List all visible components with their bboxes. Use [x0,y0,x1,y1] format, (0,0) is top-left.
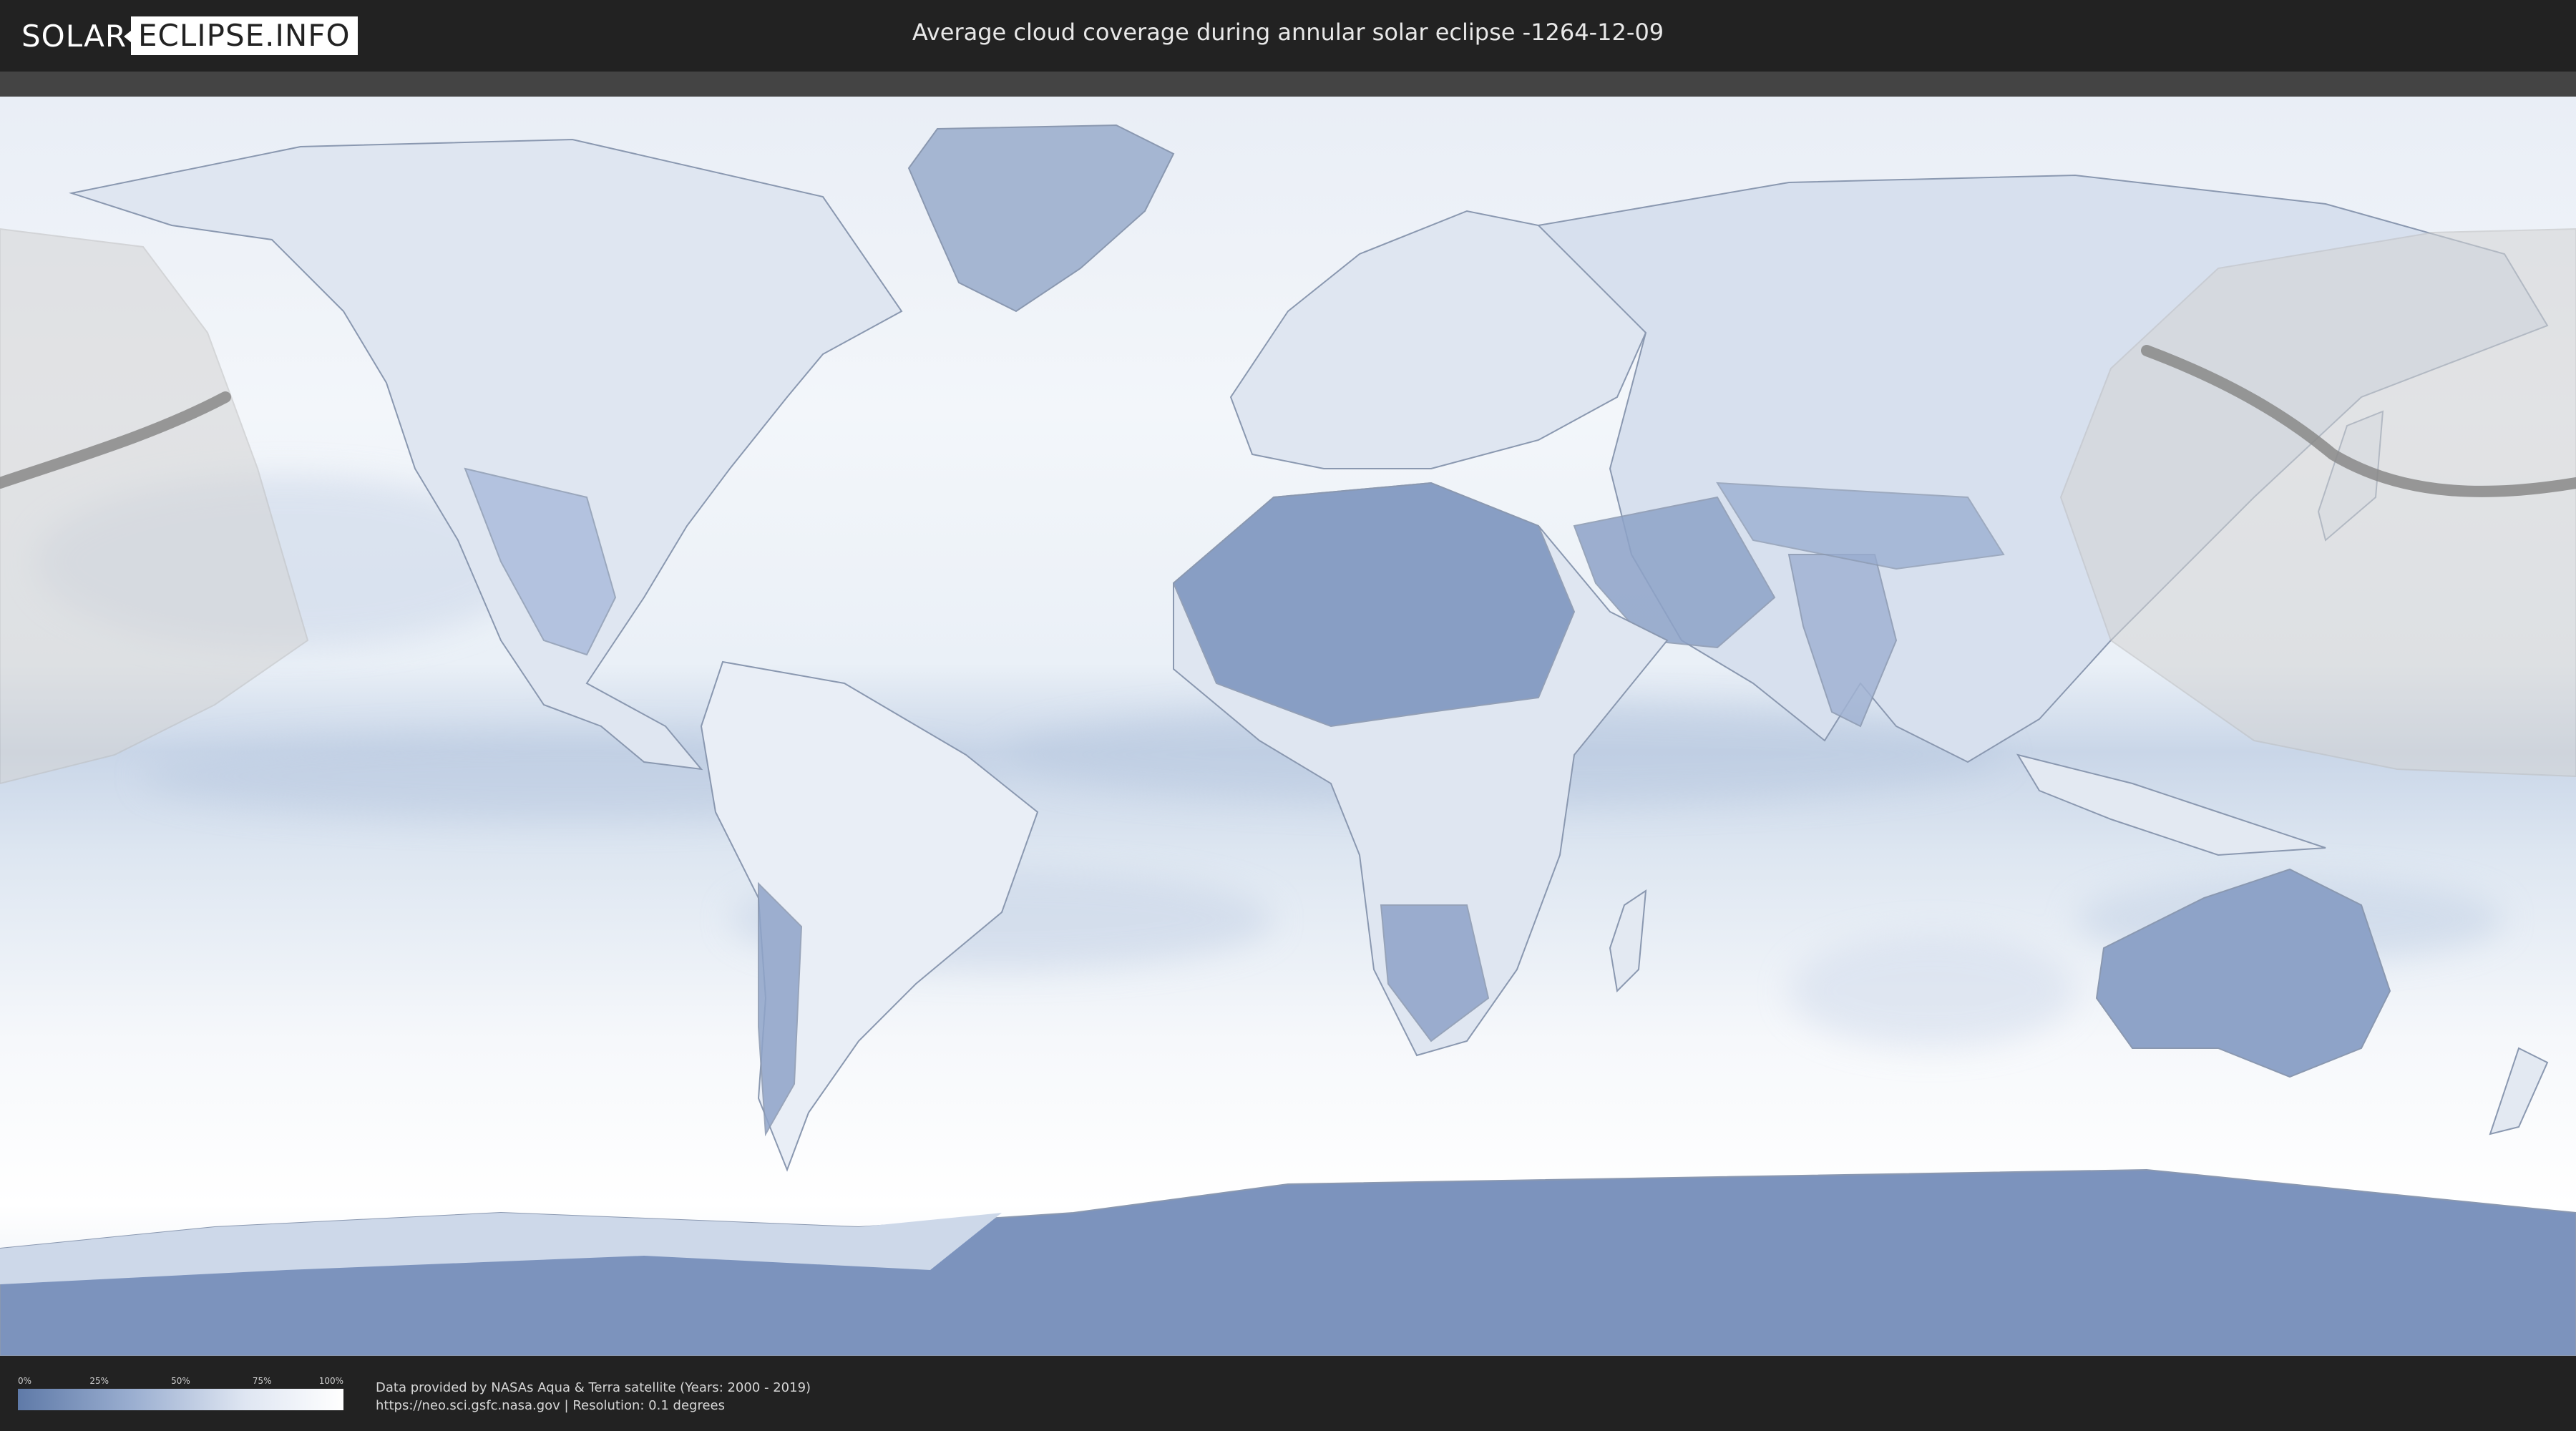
legend-tick: 100% [318,1376,343,1386]
data-credits: Data provided by NASAs Aqua & Terra sate… [376,1379,811,1415]
color-legend: 0% 25% 50% 75% 100% [18,1376,343,1410]
header-bar: SOLAR ECLIPSE.INFO Average cloud coverag… [0,0,2576,72]
legend-tick: 0% [18,1376,32,1386]
credit-line-source: Data provided by NASAs Aqua & Terra sate… [376,1380,811,1395]
credit-line-url[interactable]: https://neo.sci.gsfc.nasa.gov | Resoluti… [376,1397,811,1415]
legend-gradient-bar [18,1389,343,1410]
legend-tick: 75% [252,1376,272,1386]
legend-tick: 50% [171,1376,190,1386]
map-top-border [0,72,2576,97]
cloud-coverage-map [0,97,2576,1356]
world-map-svg [0,97,2576,1356]
legend-tick: 25% [89,1376,109,1386]
legend-ticks: 0% 25% 50% 75% 100% [18,1376,343,1389]
page-title: Average cloud coverage during annular so… [912,19,1664,46]
footer-bar: 0% 25% 50% 75% 100% Data provided by NAS… [0,1356,2576,1431]
